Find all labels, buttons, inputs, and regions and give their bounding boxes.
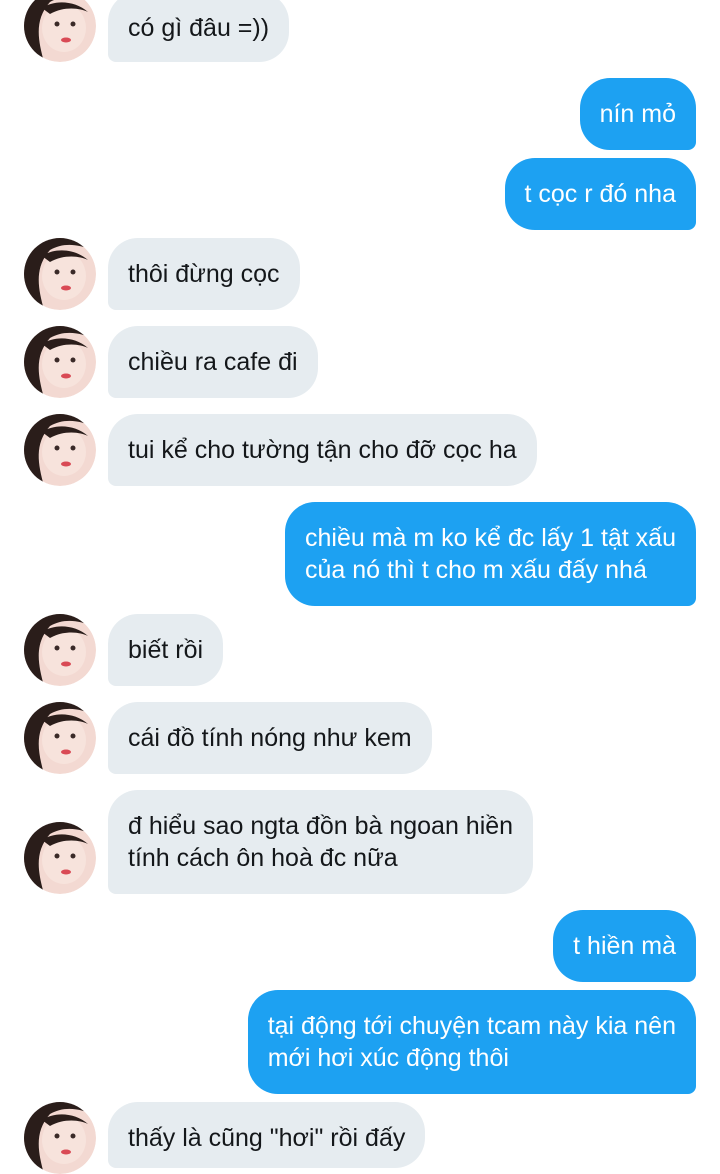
message-thread: có gì đâu =)) nín mỏ t cọc r đó nha thôi… [0,0,720,1174]
message-bubble-outgoing[interactable]: nín mỏ [579,78,696,150]
avatar-photo-icon [24,326,96,398]
avatar-photo-icon [24,238,96,310]
message-bubble-outgoing[interactable]: chiều mà m ko kể đc lấy 1 tật xấu của nó… [284,502,696,606]
contact-avatar[interactable] [24,702,96,774]
message-bubble-incoming[interactable]: tui kể cho tường tận cho đỡ cọc ha [108,414,537,486]
contact-avatar[interactable] [24,822,96,894]
message-bubble-incoming[interactable]: cái đồ tính nóng như kem [108,702,432,774]
avatar-photo-icon [24,822,96,894]
message-bubble-outgoing[interactable]: t hiền mà [553,910,696,982]
avatar-photo-icon [24,0,96,62]
message-bubble-incoming[interactable]: có gì đâu =)) [108,0,290,62]
avatar-photo-icon [24,614,96,686]
contact-avatar[interactable] [24,1102,96,1174]
message-bubble-incoming[interactable]: thôi đừng cọc [108,238,300,310]
message-bubble-incoming[interactable]: chiều ra cafe đi [108,326,318,398]
contact-avatar[interactable] [24,414,96,486]
contact-avatar[interactable] [24,326,96,398]
contact-avatar[interactable] [24,614,96,686]
avatar-photo-icon [24,1102,96,1174]
avatar-photo-icon [24,702,96,774]
message-bubble-incoming[interactable]: đ hiểu sao ngta đồn bà ngoan hiền tính c… [108,790,534,894]
message-bubble-incoming[interactable]: thấy là cũng "hơi" rồi đấy [108,1102,426,1168]
contact-avatar[interactable] [24,0,96,62]
message-bubble-outgoing[interactable]: t cọc r đó nha [504,158,696,230]
contact-avatar[interactable] [24,238,96,310]
message-bubble-outgoing[interactable]: tại động tới chuyện tcam này kia nên mới… [247,990,696,1094]
avatar-photo-icon [24,414,96,486]
message-bubble-incoming[interactable]: biết rồi [108,614,224,686]
